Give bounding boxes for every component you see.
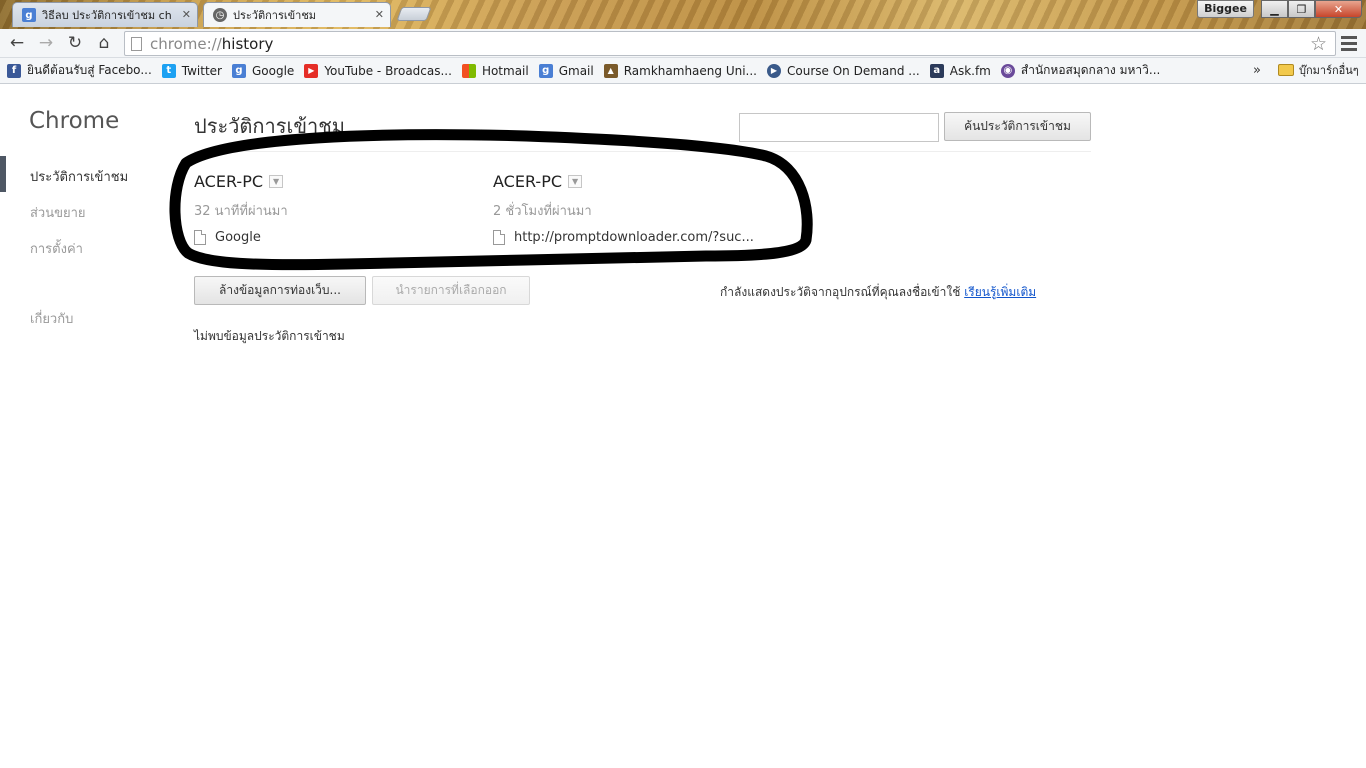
page-icon	[131, 36, 142, 51]
back-arrow-icon[interactable]: ←	[6, 32, 28, 54]
no-history-message: ไม่พบข้อมูลประวัติการเข้าชม	[194, 329, 345, 343]
bookmarks-overflow-icon[interactable]: »	[1253, 63, 1261, 78]
profile-button[interactable]: Biggee	[1197, 0, 1254, 18]
library-seal-icon: ◉	[1000, 63, 1015, 78]
google-search-icon: g	[22, 8, 36, 22]
university-icon: ▲	[603, 63, 618, 78]
bookmark-twitter[interactable]: t Twitter	[161, 61, 222, 81]
bookmark-google[interactable]: g Google	[231, 61, 294, 81]
synced-devices-info: กำลังแสดงประวัติจากอุปกรณ์ที่คุณลงชื่อเข…	[720, 283, 1036, 302]
bookmark-star-icon[interactable]: ☆	[1310, 33, 1327, 55]
bookmarks-bar: f ยินดีต้อนรับสู่ Facebo... t Twitter g Goo…	[0, 58, 1366, 84]
sidebar-item-history[interactable]: ประวัติการเข้าชม	[30, 166, 128, 187]
bookmark-gmail[interactable]: g Gmail	[538, 61, 594, 81]
tab-history[interactable]: ◷ ประวัติการเข้าชม ✕	[203, 2, 391, 27]
new-tab-button[interactable]	[396, 7, 432, 21]
sidebar-title: Chrome	[29, 108, 120, 134]
google-icon: g	[538, 63, 553, 78]
selected-indicator	[0, 156, 6, 192]
bookmark-facebook[interactable]: f ยินดีต้อนรับสู่ Facebo...	[7, 61, 152, 81]
twitter-icon: t	[161, 63, 176, 78]
remove-selected-button[interactable]: นำรายการที่เลือกออก	[372, 276, 530, 305]
windows-icon	[461, 63, 476, 78]
clear-browsing-data-button[interactable]: ล้างข้อมูลการท่องเว็บ...	[194, 276, 366, 305]
search-history-button[interactable]: ค้นประวัติการเข้าชม	[944, 112, 1091, 141]
tab-label: วิธีลบ ประวัติการเข้าชม chrom	[42, 9, 172, 22]
folder-icon	[1278, 64, 1294, 76]
reload-icon[interactable]: ↻	[64, 32, 86, 54]
hand-drawn-highlight-circle	[169, 129, 813, 271]
tab-close-icon[interactable]: ✕	[182, 8, 191, 21]
sidebar-item-settings[interactable]: การตั้งค่า	[30, 238, 83, 259]
history-clock-icon: ◷	[213, 8, 227, 22]
restore-icon[interactable]: ❐	[1288, 0, 1315, 18]
window-close-icon[interactable]: ✕	[1315, 0, 1362, 18]
url-text: chrome://history	[150, 34, 274, 53]
tab-label: ประวัติการเข้าชม	[233, 9, 317, 22]
address-bar[interactable]: chrome://history ☆	[124, 31, 1336, 56]
askfm-icon: a	[929, 63, 944, 78]
sidebar-item-about[interactable]: เกี่ยวกับ	[30, 308, 73, 329]
bookmark-askfm[interactable]: a Ask.fm	[929, 61, 991, 81]
window-controls: ▁ ❐ ✕	[1261, 0, 1362, 18]
learn-more-link[interactable]: เรียนรู้เพิ่มเติม	[964, 285, 1036, 299]
youtube-icon: ▶	[304, 63, 319, 78]
tab-google-search[interactable]: g วิธีลบ ประวัติการเข้าชม chrom ✕	[12, 2, 198, 27]
info-text: กำลังแสดงประวัติจากอุปกรณ์ที่คุณลงชื่อเข…	[720, 285, 961, 299]
other-bookmarks[interactable]: บุ๊กมาร์กอื่นๆ	[1278, 61, 1359, 79]
play-circle-icon: ▶	[767, 63, 781, 78]
google-icon: g	[231, 63, 246, 78]
bookmark-library[interactable]: ◉ สำนักหอสมุดกลาง มหาวิ...	[1000, 61, 1160, 81]
browser-toolbar: ← → ↻ ⌂ chrome://history ☆	[0, 29, 1366, 58]
facebook-icon: f	[7, 63, 21, 78]
sidebar-item-extensions[interactable]: ส่วนขยาย	[30, 202, 86, 223]
bookmark-ramkhamhaeng[interactable]: ▲ Ramkhamhaeng Uni...	[603, 61, 757, 81]
forward-arrow-icon[interactable]: →	[35, 32, 57, 54]
bookmark-hotmail[interactable]: Hotmail	[461, 61, 529, 81]
chrome-menu-icon[interactable]	[1341, 34, 1357, 52]
bookmark-youtube[interactable]: ▶ YouTube - Broadcas...	[304, 61, 452, 81]
tab-close-icon[interactable]: ✕	[375, 8, 384, 21]
window-titlebar: g วิธีลบ ประวัติการเข้าชม chrom ✕ ◷ ประว…	[0, 0, 1366, 29]
home-icon[interactable]: ⌂	[93, 32, 115, 54]
bookmark-course-on-demand[interactable]: ▶ Course On Demand ...	[767, 61, 920, 81]
minimize-icon[interactable]: ▁	[1261, 0, 1288, 18]
